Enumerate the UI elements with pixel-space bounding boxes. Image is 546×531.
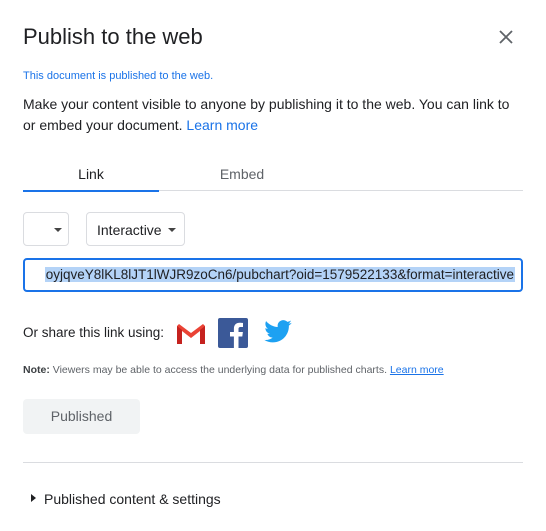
facebook-icon[interactable] [218, 318, 248, 348]
note-body: Viewers may be able to access the underl… [49, 364, 390, 376]
triangle-right-icon[interactable] [31, 494, 36, 502]
note-text: Note: Viewers may be able to access the … [23, 364, 444, 376]
chevron-down-icon [54, 228, 62, 232]
tab-embed[interactable]: Embed [159, 166, 325, 190]
learn-more-link[interactable]: Learn more [186, 117, 258, 133]
tab-link[interactable]: Link [23, 166, 159, 192]
chevron-down-icon [168, 228, 176, 232]
close-icon[interactable] [497, 28, 515, 46]
note-prefix: Note: [23, 364, 50, 376]
description-text: Make your content visible to anyone by p… [23, 96, 510, 133]
publish-url-text: oyjqveY8lKL8lJT1lWJR9zoCn6/pubchart?oid=… [44, 267, 515, 282]
dialog-description: Make your content visible to anyone by p… [23, 94, 523, 136]
note-learn-more-link[interactable]: Learn more [390, 364, 444, 376]
published-settings-toggle[interactable]: Published content & settings [44, 491, 221, 507]
publish-dialog: Publish to the web This document is publ… [0, 0, 546, 531]
share-label: Or share this link using: [23, 325, 165, 340]
dialog-title: Publish to the web [23, 24, 203, 49]
tab-bar: Link Embed [23, 160, 523, 192]
twitter-icon[interactable] [262, 317, 294, 347]
publish-url-input[interactable]: oyjqveY8lKL8lJT1lWJR9zoCn6/pubchart?oid=… [23, 258, 523, 292]
mode-select-value: Interactive [97, 222, 162, 238]
published-status: This document is published to the web. [23, 70, 214, 82]
mode-select[interactable]: Interactive [86, 212, 185, 246]
divider [23, 462, 523, 463]
published-button[interactable]: Published [23, 399, 140, 434]
content-select[interactable] [23, 212, 69, 246]
gmail-icon[interactable] [175, 318, 207, 350]
